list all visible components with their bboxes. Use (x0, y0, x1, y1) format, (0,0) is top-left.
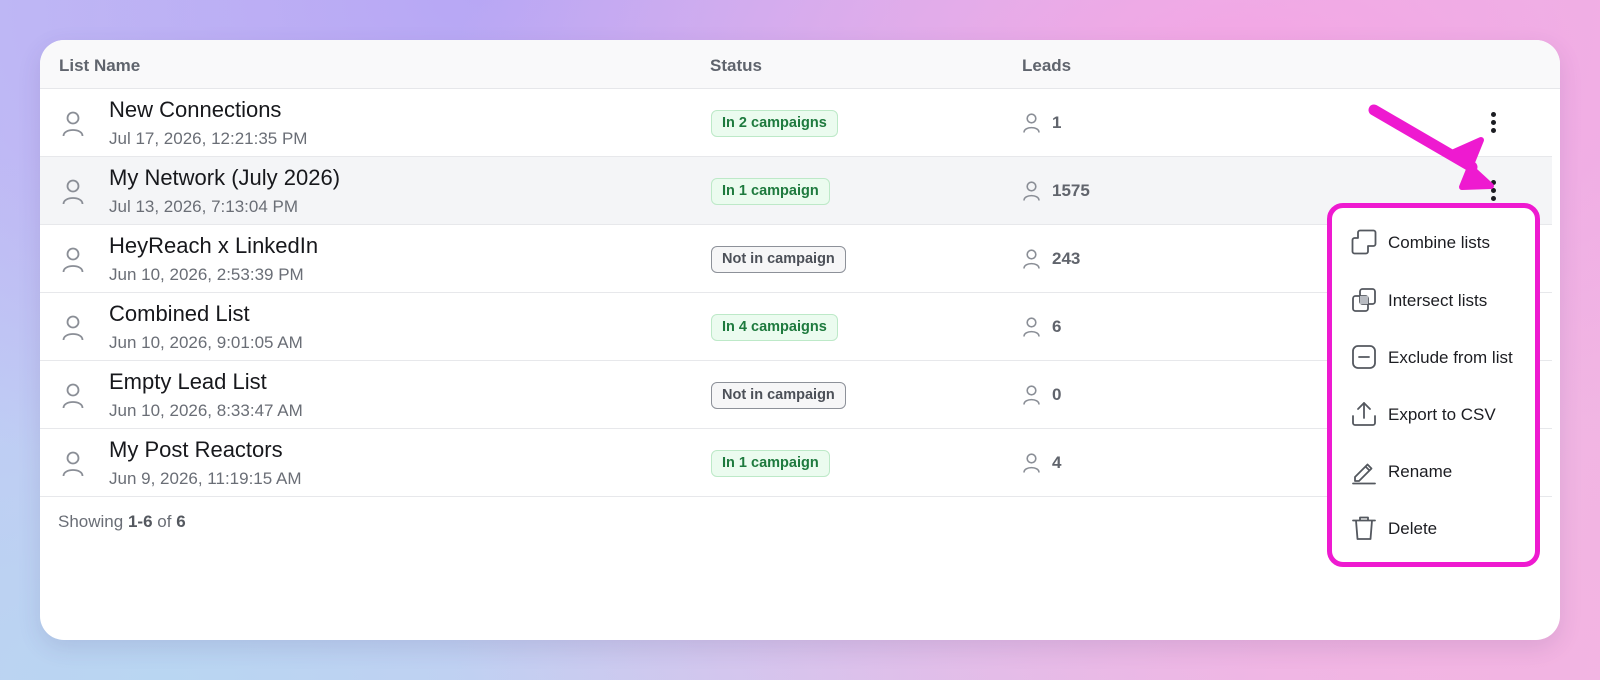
trash-icon (1352, 516, 1376, 540)
leads-count: 1575 (1052, 181, 1090, 200)
user-icon (62, 383, 84, 409)
table-header: List Name Status Leads (40, 40, 1560, 89)
leads-user-icon (1023, 249, 1040, 269)
pagination-range: 1-6 (127, 512, 153, 531)
list-name[interactable]: My Post Reactors (109, 437, 283, 463)
leads-count: 1 (1052, 113, 1062, 132)
leads-user-icon (1023, 453, 1040, 473)
menu-item-delete[interactable]: Delete (1350, 511, 1535, 545)
leads-count: 4 (1052, 453, 1062, 472)
list-date: Jun 10, 2026, 8:33:47 AM (109, 401, 303, 420)
exclude-icon (1352, 345, 1376, 369)
status-badge: In 1 campaign (711, 178, 830, 205)
pagination-total: 6 (176, 512, 186, 531)
combine-icon (1351, 229, 1377, 255)
user-icon (62, 179, 84, 205)
list-date: Jul 13, 2026, 7:13:04 PM (109, 197, 299, 216)
list-date: Jun 10, 2026, 9:01:05 AM (109, 333, 303, 352)
list-date: Jun 10, 2026, 2:53:39 PM (109, 265, 304, 284)
highlight-arrow (1368, 104, 1494, 190)
column-header-leads[interactable]: Leads (1022, 56, 1071, 76)
leads-count: 243 (1052, 249, 1081, 268)
pagination-prefix: Showing (58, 512, 124, 531)
menu-item-intersect-lists[interactable]: Intersect lists (1350, 283, 1535, 317)
table-row[interactable]: Combined List Jun 10, 2026, 9:01:05 AM I… (40, 293, 1552, 361)
status-badge: Not in campaign (711, 246, 846, 273)
table-row[interactable]: Empty Lead List Jun 10, 2026, 8:33:47 AM… (40, 361, 1552, 429)
table-row[interactable]: My Post Reactors Jun 9, 2026, 11:19:15 A… (40, 429, 1552, 497)
menu-item-label: Export to CSV (1388, 405, 1496, 424)
leads-user-icon (1023, 181, 1040, 201)
leads-user-icon (1023, 113, 1040, 133)
table-row[interactable]: HeyReach x LinkedIn Jun 10, 2026, 2:53:3… (40, 225, 1552, 293)
column-header-status[interactable]: Status (710, 56, 762, 76)
user-icon (62, 451, 84, 477)
intersect-icon (1352, 288, 1376, 312)
leads-count: 6 (1052, 317, 1062, 336)
list-name[interactable]: HeyReach x LinkedIn (109, 233, 318, 259)
list-name[interactable]: Empty Lead List (109, 369, 267, 395)
column-header-list-name[interactable]: List Name (59, 56, 140, 76)
menu-item-label: Combine lists (1388, 233, 1491, 252)
pagination-of: of (157, 512, 172, 531)
pagination-summary: Showing 1-6 of 6 (58, 512, 186, 532)
menu-item-rename[interactable]: Rename (1350, 454, 1535, 488)
menu-item-export-to-csv[interactable]: Export to CSV (1350, 397, 1535, 431)
menu-item-label: Exclude from list (1388, 348, 1513, 367)
menu-item-label: Delete (1388, 519, 1438, 538)
leads-user-icon (1023, 317, 1040, 337)
table-row[interactable]: My Network (July 2026) Jul 13, 2026, 7:1… (40, 157, 1552, 225)
menu-item-exclude-from-list[interactable]: Exclude from list (1350, 340, 1535, 374)
status-badge: Not in campaign (711, 382, 846, 409)
menu-item-combine-lists[interactable]: Combine lists (1350, 225, 1535, 259)
status-badge: In 1 campaign (711, 450, 830, 477)
table-row[interactable]: New Connections Jul 17, 2026, 12:21:35 P… (40, 89, 1552, 157)
menu-item-label: Intersect lists (1388, 291, 1488, 310)
export-icon (1352, 402, 1376, 426)
menu-item-label: Rename (1388, 462, 1453, 481)
user-icon (62, 111, 84, 137)
leads-count: 0 (1052, 385, 1062, 404)
status-badge: In 4 campaigns (711, 314, 838, 341)
row-actions-menu: Combine lists Intersect lists Exclude fr… (1327, 203, 1540, 567)
list-date: Jun 9, 2026, 11:19:15 AM (109, 469, 302, 488)
list-date: Jul 17, 2026, 12:21:35 PM (109, 129, 308, 148)
leads-user-icon (1023, 385, 1040, 405)
status-badge: In 2 campaigns (711, 110, 838, 137)
list-name[interactable]: My Network (July 2026) (109, 165, 340, 191)
list-name[interactable]: New Connections (109, 97, 281, 123)
pencil-icon (1352, 463, 1376, 485)
user-icon (62, 315, 84, 341)
list-name[interactable]: Combined List (109, 301, 250, 327)
user-icon (62, 247, 84, 273)
